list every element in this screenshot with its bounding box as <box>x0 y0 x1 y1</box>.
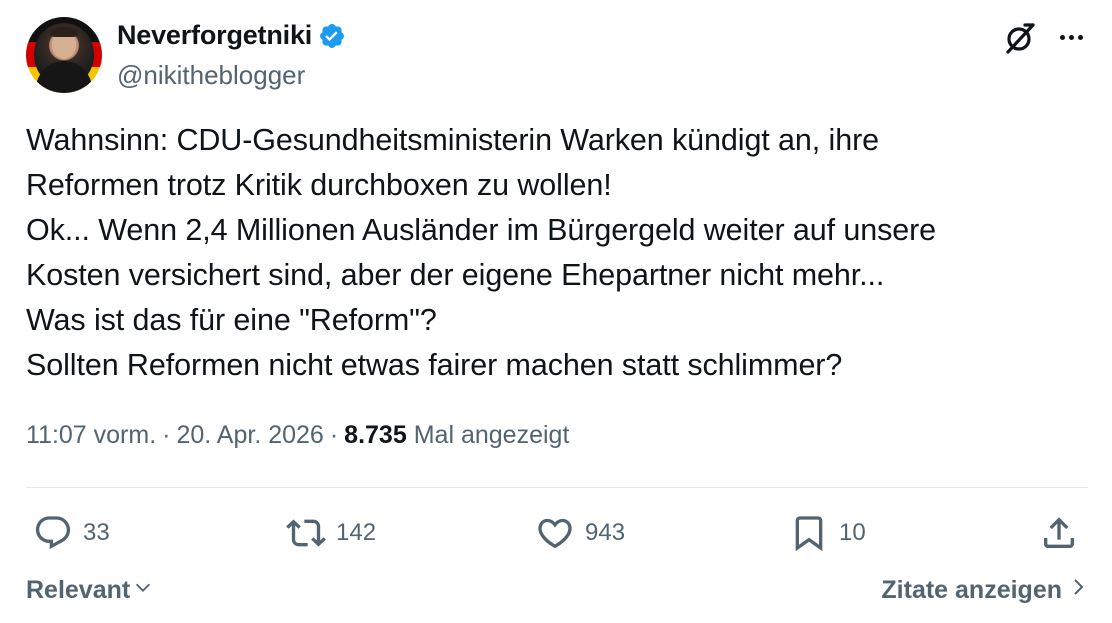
retweet-icon <box>286 513 326 553</box>
meta-separator: · <box>329 421 339 449</box>
author-display-name[interactable]: Neverforgetniki <box>117 20 312 51</box>
tweet-text-line: Reformen trotz Kritik durchboxen zu woll… <box>26 168 612 202</box>
quotes-label: Zitate anzeigen <box>881 576 1062 604</box>
divider <box>26 487 1088 488</box>
retweet-button[interactable]: 142 <box>286 512 376 554</box>
tweet-text-line: Ok... Wenn 2,4 Millionen Ausländer im Bü… <box>26 213 937 247</box>
like-icon <box>535 513 575 553</box>
share-icon <box>1039 513 1079 553</box>
chevron-right-icon <box>1070 576 1088 605</box>
grok-icon[interactable] <box>1002 20 1038 56</box>
tweet-detail: Neverforgetniki @nikitheblogger Wahnsinn… <box>0 0 1112 623</box>
share-button[interactable] <box>1039 512 1079 554</box>
tweet-time[interactable]: 11:07 vorm. <box>26 421 156 450</box>
views-count: 8.735 <box>344 421 407 449</box>
retweet-count: 142 <box>336 519 377 546</box>
like-button[interactable]: 943 <box>535 512 625 554</box>
avatar-hair <box>50 27 78 37</box>
tweet-text-line: Was ist das für eine "Reform"? <box>26 303 437 337</box>
verified-badge-icon[interactable] <box>318 22 346 50</box>
meta-separator: · <box>162 421 171 449</box>
more-options-icon[interactable] <box>1055 24 1087 50</box>
view-quotes-link[interactable]: Zitate anzeigen <box>881 576 1088 605</box>
author-name-row: Neverforgetniki <box>117 20 346 51</box>
sort-label: Relevant <box>26 576 131 604</box>
bookmark-count: 10 <box>839 519 866 546</box>
author-handle[interactable]: @nikitheblogger <box>117 60 305 91</box>
sort-replies-dropdown[interactable]: Relevant <box>26 576 154 605</box>
bookmark-button[interactable]: 10 <box>789 512 866 554</box>
tweet-text-line: Sollten Reformen nicht etwas fairer mach… <box>26 348 843 382</box>
tweet-text-line: Kosten versichert sind, aber der eigene … <box>26 258 885 292</box>
views-label: Mal angezeigt <box>413 421 570 449</box>
chevron-down-icon <box>132 576 154 605</box>
reply-count: 33 <box>83 519 110 546</box>
reply-icon <box>33 513 73 553</box>
bookmark-icon <box>789 513 829 553</box>
tweet-date[interactable]: 20. Apr. 2026 <box>176 421 323 450</box>
like-count: 943 <box>585 519 626 546</box>
avatar[interactable] <box>26 17 102 93</box>
tweet-meta: 11:07 vorm. · 20. Apr. 2026 · 8.735 Mal … <box>26 421 569 450</box>
tweet-text-line: Wahnsinn: CDU-Gesundheitsministerin Wark… <box>26 123 879 157</box>
tweet-text: Wahnsinn: CDU-Gesundheitsministerin Wark… <box>26 118 1086 388</box>
reply-button[interactable]: 33 <box>33 512 110 554</box>
